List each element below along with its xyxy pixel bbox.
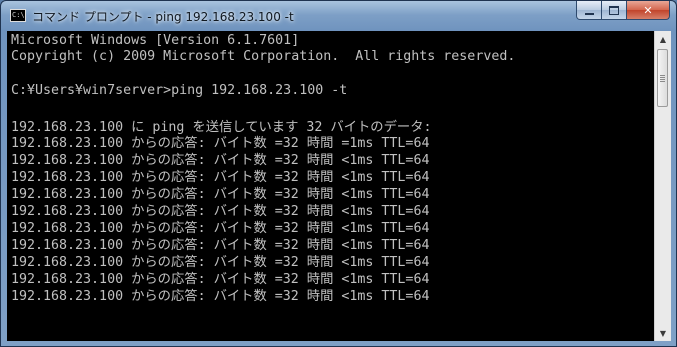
grip-line: [660, 77, 665, 78]
console-line: Microsoft Windows [Version 6.1.7601]: [11, 33, 300, 48]
vertical-scrollbar[interactable]: ▲ ▼: [654, 31, 671, 341]
console-line: Copyright (c) 2009 Microsoft Corporation…: [11, 49, 516, 64]
console-line: 192.168.23.100 からの応答: バイト数 =32 時間 <1ms T…: [11, 272, 430, 287]
minimize-button[interactable]: [576, 1, 602, 20]
console-line: 192.168.23.100 からの応答: バイト数 =32 時間 <1ms T…: [11, 187, 430, 202]
console-line: C:¥Users¥win7server>ping 192.168.23.100 …: [11, 83, 348, 98]
console-line: 192.168.23.100 からの応答: バイト数 =32 時間 <1ms T…: [11, 204, 430, 219]
chevron-up-icon: ▲: [659, 34, 667, 44]
console-line: 192.168.23.100 からの応答: バイト数 =32 時間 <1ms T…: [11, 255, 430, 270]
maximize-icon: [609, 5, 619, 15]
grip-line: [660, 81, 665, 82]
grip-line: [660, 79, 665, 80]
scroll-down-button[interactable]: ▼: [655, 325, 671, 341]
maximize-button[interactable]: [602, 1, 627, 20]
console-app-icon[interactable]: C:\: [10, 9, 26, 22]
window-controls: ✕: [576, 1, 670, 21]
command-prompt-window: C:\ コマンド プロンプト - ping 192.168.23.100 -t …: [0, 0, 677, 347]
console-line: 192.168.23.100 からの応答: バイト数 =32 時間 =1ms T…: [11, 136, 430, 151]
scroll-up-button[interactable]: ▲: [655, 31, 671, 47]
window-title: コマンド プロンプト - ping 192.168.23.100 -t: [32, 10, 294, 24]
console-line: 192.168.23.100 からの応答: バイト数 =32 時間 <1ms T…: [11, 170, 430, 185]
console-output[interactable]: Microsoft Windows [Version 6.1.7601] Cop…: [7, 31, 654, 341]
close-icon: ✕: [643, 3, 653, 17]
chevron-down-icon: ▼: [659, 328, 667, 338]
console-line: 192.168.23.100 からの応答: バイト数 =32 時間 <1ms T…: [11, 221, 430, 236]
close-button[interactable]: ✕: [627, 1, 670, 20]
scrollbar-thumb[interactable]: [657, 49, 668, 107]
console-line: 192.168.23.100 からの応答: バイト数 =32 時間 <1ms T…: [11, 289, 430, 304]
console-line: 192.168.23.100 からの応答: バイト数 =32 時間 <1ms T…: [11, 238, 430, 253]
console-line: 192.168.23.100 に ping を送信しています 32 バイトのデー…: [11, 120, 432, 135]
title-bar[interactable]: C:\ コマンド プロンプト - ping 192.168.23.100 -t …: [1, 1, 676, 31]
console-line: 192.168.23.100 からの応答: バイト数 =32 時間 <1ms T…: [11, 153, 430, 168]
minimize-icon: [584, 12, 594, 15]
grip-line: [660, 75, 665, 76]
